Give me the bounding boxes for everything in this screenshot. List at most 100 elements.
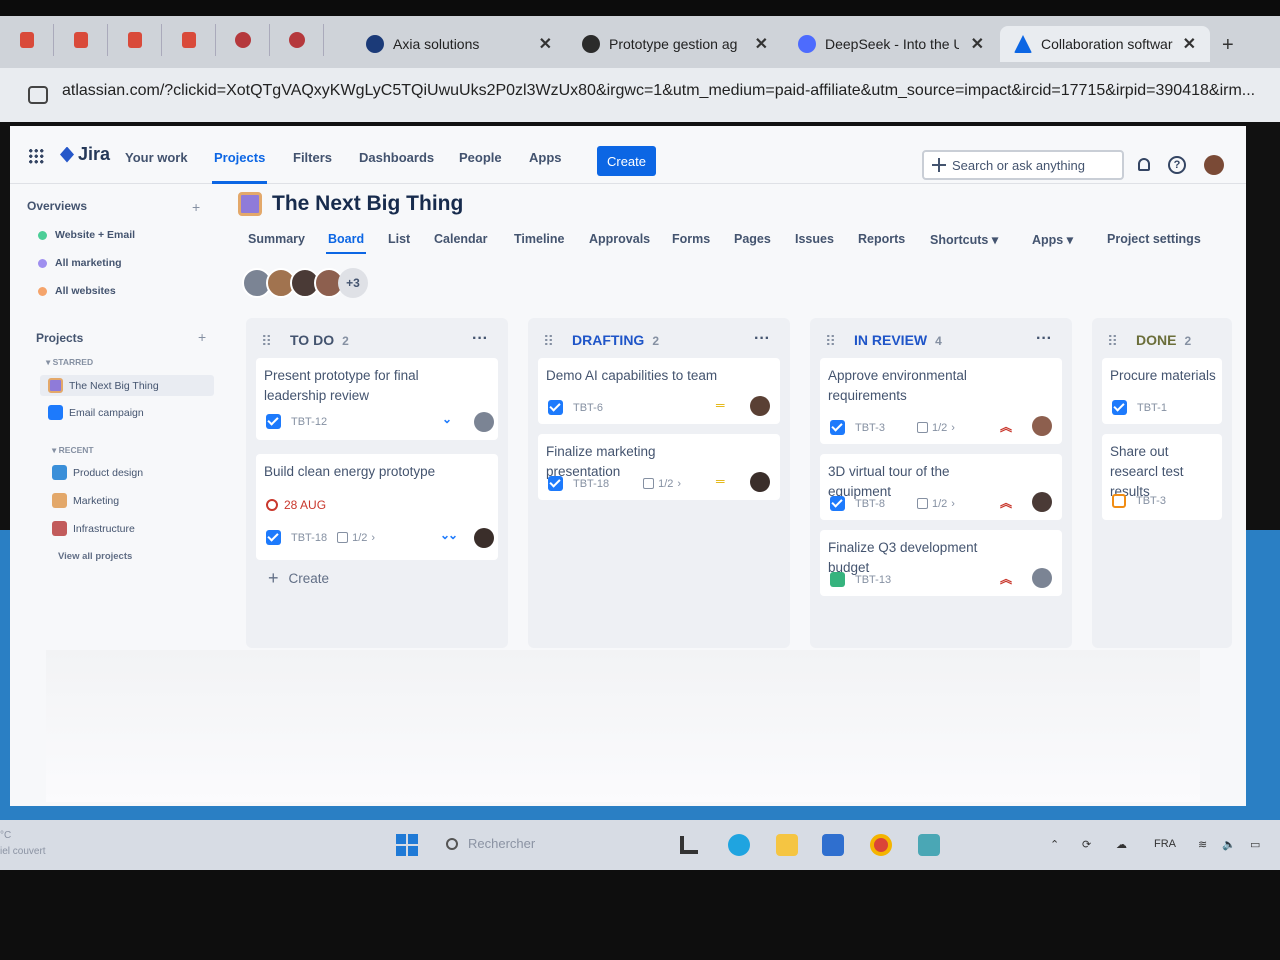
issue-card[interactable]: Procure materials TBT-1 (1102, 358, 1222, 424)
subtasks-count[interactable]: 1/2 › (916, 422, 955, 434)
assignee-avatar[interactable] (1032, 416, 1052, 436)
app-icon[interactable] (918, 834, 940, 856)
nav-people[interactable]: People (459, 150, 502, 165)
browser-tab-active[interactable]: Collaboration softwar ✕ (1000, 26, 1210, 62)
taskbar-search[interactable]: Rechercher (446, 836, 535, 851)
tab-board[interactable]: Board (325, 232, 367, 254)
browser-tab[interactable]: DeepSeek - Into the U ✕ (784, 26, 998, 62)
issue-card[interactable]: Finalize Q3 development budget TBT-13 ︽ (820, 530, 1062, 596)
weather-widget[interactable]: °C iel couvert (0, 828, 46, 860)
assignee-avatar[interactable] (750, 396, 770, 416)
jira-logo[interactable]: Jira (60, 144, 110, 165)
more-icon[interactable]: ··· (472, 330, 488, 348)
sidebar-project-email-campaign[interactable]: Email campaign (48, 405, 144, 420)
sidebar-item-all-marketing[interactable]: All marketing (38, 257, 122, 269)
create-button[interactable]: Create (597, 146, 656, 176)
tab-approvals[interactable]: Approvals (589, 232, 650, 246)
nav-dashboards[interactable]: Dashboards (359, 150, 434, 165)
sync-icon[interactable]: ⟳ (1082, 838, 1091, 851)
file-explorer-icon[interactable] (776, 834, 798, 856)
sidebar-project-infrastructure[interactable]: Infrastructure (52, 521, 135, 536)
tab-timeline[interactable]: Timeline (514, 232, 564, 246)
tab-shortcuts[interactable]: Shortcuts ▾ (930, 232, 998, 247)
pinned-tab[interactable] (216, 24, 270, 56)
issue-card[interactable]: Share out researcl test results TBT-3 (1102, 434, 1222, 520)
sidebar-project-the-next-big-thing[interactable]: The Next Big Thing (40, 375, 214, 396)
issue-card[interactable]: Demo AI capabilities to team TBT-6 ═ (538, 358, 780, 424)
drag-handle-icon[interactable] (544, 334, 553, 345)
microsoft-store-icon[interactable] (822, 834, 844, 856)
nav-projects[interactable]: Projects (211, 150, 268, 184)
task-view-icon[interactable] (680, 836, 698, 854)
chrome-browser-icon[interactable] (870, 834, 892, 856)
search-input[interactable]: Search or ask anything (922, 150, 1124, 180)
issue-card[interactable]: Build clean energy prototype 28 AUG TBT-… (256, 454, 498, 560)
more-members-badge[interactable]: +3 (338, 268, 368, 298)
nav-your-work[interactable]: Your work (125, 150, 188, 165)
tab-project-settings[interactable]: Project settings (1107, 232, 1201, 246)
tab-issues[interactable]: Issues (795, 232, 834, 246)
subtasks-count[interactable]: 1/2 › (916, 498, 955, 510)
tab-pages[interactable]: Pages (734, 232, 771, 246)
language-indicator[interactable]: FRA (1154, 838, 1176, 850)
close-tab-icon[interactable]: ✕ (539, 34, 552, 54)
add-project-icon[interactable]: + (198, 329, 206, 345)
create-issue-button[interactable]: + Create (268, 568, 329, 589)
assignee-avatar[interactable] (474, 412, 494, 432)
onedrive-icon[interactable]: ☁ (1116, 838, 1127, 851)
pinned-tab[interactable] (108, 24, 162, 56)
pinned-tab[interactable] (270, 24, 324, 56)
tab-forms[interactable]: Forms (672, 232, 710, 246)
tab-calendar[interactable]: Calendar (434, 232, 488, 246)
nav-apps[interactable]: Apps (529, 150, 562, 165)
add-overview-icon[interactable]: + (192, 199, 200, 215)
close-tab-icon[interactable]: ✕ (755, 34, 768, 54)
tab-apps[interactable]: Apps ▾ (1032, 232, 1073, 247)
subtasks-count[interactable]: 1/2 › (337, 532, 375, 544)
assignee-avatar[interactable] (750, 472, 770, 492)
pinned-tab[interactable] (0, 24, 54, 56)
close-tab-icon[interactable]: ✕ (1183, 34, 1196, 54)
browser-tab[interactable]: Axia solutions ✕ (352, 26, 566, 62)
issue-card[interactable]: Present prototype for final leadership r… (256, 358, 498, 440)
battery-icon[interactable]: ▭ (1250, 838, 1260, 851)
more-icon[interactable]: ··· (1036, 330, 1052, 348)
more-icon[interactable]: ··· (754, 330, 770, 348)
assignee-avatar[interactable] (474, 528, 494, 548)
issue-card[interactable]: Finalize marketing presentation TBT-18 1… (538, 434, 780, 500)
assignee-avatar[interactable] (1032, 492, 1052, 512)
nav-filters[interactable]: Filters (293, 150, 332, 165)
tab-summary[interactable]: Summary (248, 232, 305, 246)
sidebar-item-all-websites[interactable]: All websites (38, 285, 116, 297)
sidebar-project-product-design[interactable]: Product design (52, 465, 143, 480)
drag-handle-icon[interactable] (826, 334, 835, 345)
url-text[interactable]: atlassian.com/?clickid=XotQTgVAQxyKWgLyC… (62, 82, 1276, 100)
sidebar-project-marketing[interactable]: Marketing (52, 493, 119, 508)
drag-handle-icon[interactable] (262, 334, 271, 345)
tab-list[interactable]: List (388, 232, 410, 246)
sidebar-item-website-email[interactable]: Website + Email (38, 229, 135, 241)
view-all-projects-link[interactable]: View all projects (58, 551, 132, 562)
volume-icon[interactable]: 🔈 (1222, 838, 1236, 851)
pinned-tab[interactable] (162, 24, 216, 56)
user-avatar[interactable] (1204, 155, 1224, 175)
wifi-icon[interactable]: ≋ (1198, 838, 1207, 851)
new-tab-icon[interactable]: + (1222, 34, 1234, 57)
pinned-tab[interactable] (54, 24, 108, 56)
edge-browser-icon[interactable] (728, 834, 750, 856)
issue-card[interactable]: Approve environmental requirements TBT-3… (820, 358, 1062, 444)
issue-card[interactable]: 3D virtual tour of the equipment TBT-8 1… (820, 454, 1062, 520)
tray-chevron-icon[interactable]: ⌃ (1050, 838, 1059, 851)
assignee-avatar[interactable] (1032, 568, 1052, 588)
due-text: 28 AUG (284, 498, 327, 512)
tab-reports[interactable]: Reports (858, 232, 905, 246)
site-settings-icon[interactable] (28, 86, 48, 104)
close-tab-icon[interactable]: ✕ (971, 34, 984, 54)
notifications-bell-icon[interactable] (1138, 158, 1150, 171)
app-switcher-icon[interactable] (28, 148, 44, 164)
drag-handle-icon[interactable] (1108, 334, 1117, 345)
help-icon[interactable]: ? (1168, 156, 1186, 174)
subtasks-count[interactable]: 1/2 › (643, 478, 681, 490)
browser-tab[interactable]: Prototype gestion ag ✕ (568, 26, 782, 62)
windows-start-icon[interactable] (396, 834, 418, 856)
